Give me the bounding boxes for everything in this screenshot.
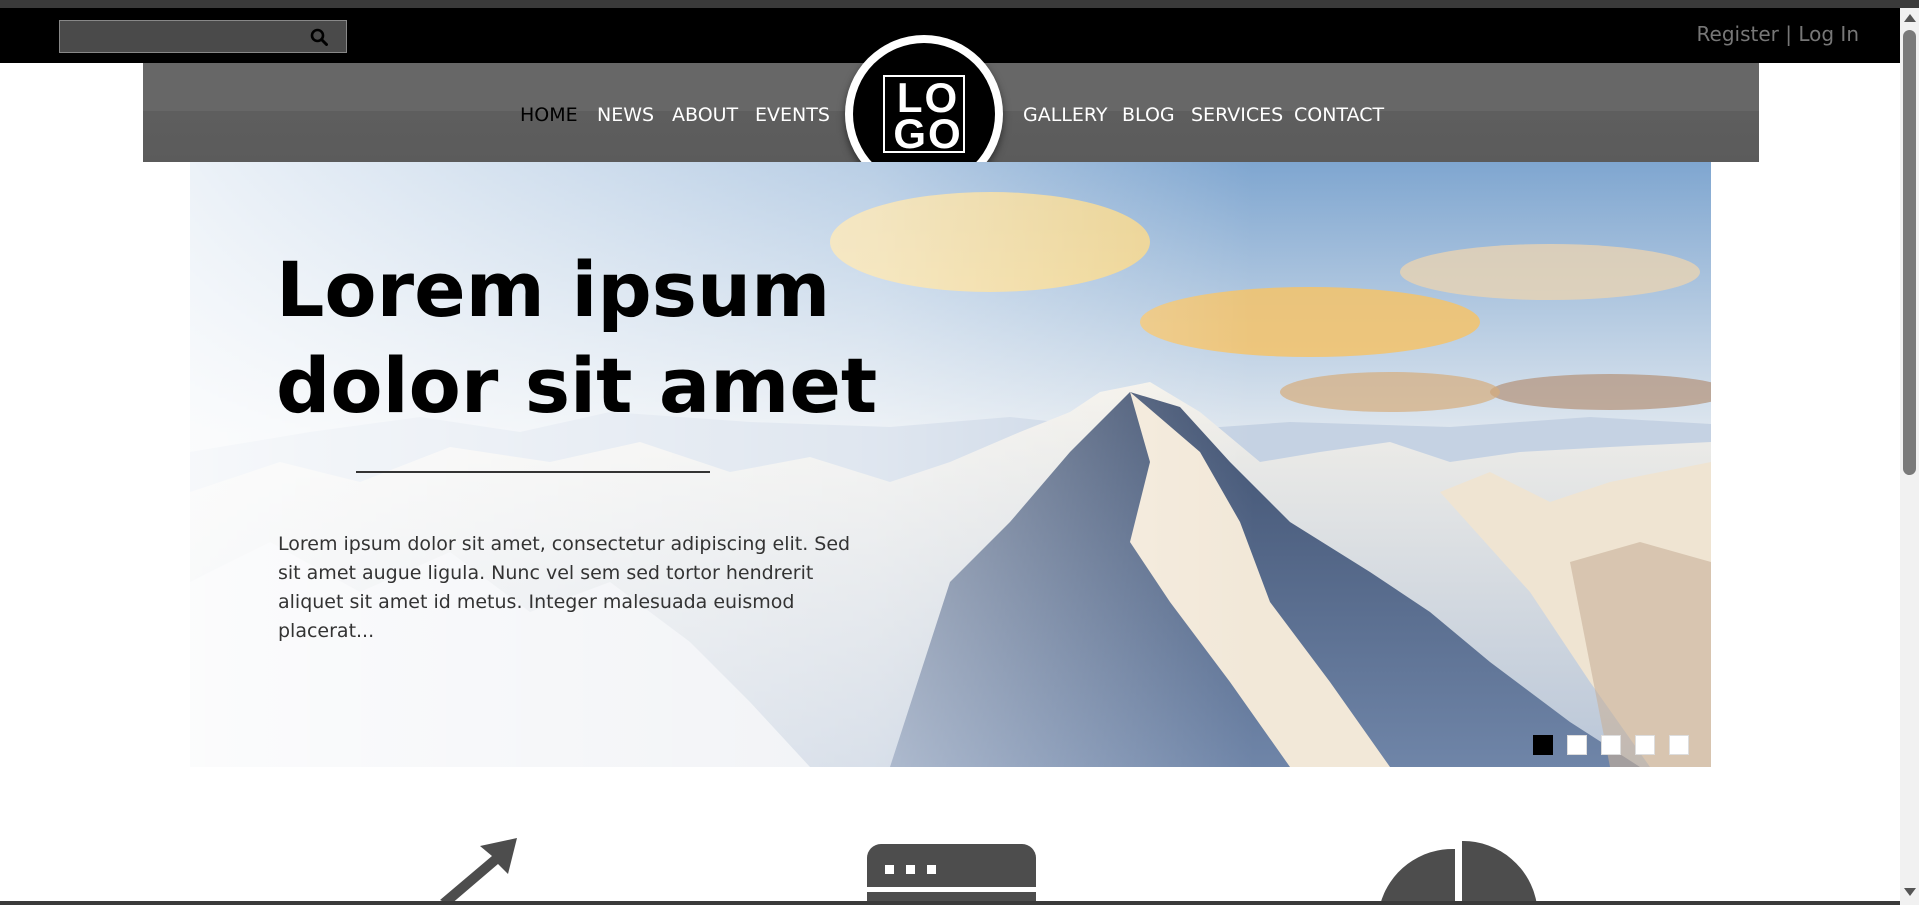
- slider-dot[interactable]: [1669, 735, 1689, 755]
- scroll-down-arrow-icon[interactable]: [1904, 888, 1916, 896]
- nav-item-contact[interactable]: CONTACT: [1294, 104, 1384, 126]
- hero-slider: Lorem ipsum dolor sit amet Lorem ipsum d…: [190, 162, 1711, 767]
- growth-arrow-icon: [440, 838, 517, 905]
- nav-item-services[interactable]: SERVICES: [1191, 104, 1283, 126]
- logo-bottom-line: [885, 151, 963, 153]
- nav-item-gallery[interactable]: GALLERY: [1023, 104, 1108, 126]
- register-link[interactable]: Register: [1697, 22, 1779, 46]
- hero-title-line2: dolor sit amet: [276, 341, 878, 430]
- slider-dot[interactable]: [1601, 735, 1621, 755]
- logo-frame: LO GO: [883, 75, 965, 157]
- browser-window-icon: [867, 844, 1036, 905]
- hero-title: Lorem ipsum dolor sit amet: [276, 242, 896, 434]
- auth-separator: |: [1785, 22, 1792, 46]
- auth-links: Register | Log In: [1697, 22, 1859, 46]
- search-icon[interactable]: [310, 28, 328, 46]
- window-bottom-edge: [0, 901, 1900, 905]
- hero-divider: [356, 471, 710, 473]
- vertical-scrollbar[interactable]: [1900, 8, 1919, 905]
- nav-item-blog[interactable]: BLOG: [1122, 104, 1175, 126]
- slider-dot[interactable]: [1533, 735, 1553, 755]
- pie-chart-icon: [1380, 841, 1537, 905]
- search-input[interactable]: [60, 21, 300, 52]
- scrollbar-thumb[interactable]: [1903, 30, 1916, 475]
- slider-dot[interactable]: [1635, 735, 1655, 755]
- hero-description: Lorem ipsum dolor sit amet, consectetur …: [278, 533, 851, 642]
- nav-item-events[interactable]: EVENTS: [755, 104, 830, 126]
- nav-item-news[interactable]: NEWS: [597, 104, 654, 126]
- nav-item-home[interactable]: HOME: [520, 104, 578, 126]
- slider-dot[interactable]: [1567, 735, 1587, 755]
- slider-pagination: [1533, 735, 1689, 755]
- window-top-edge: [0, 0, 1919, 8]
- login-link[interactable]: Log In: [1798, 22, 1859, 46]
- search-box: [59, 20, 347, 53]
- scroll-up-arrow-icon[interactable]: [1904, 14, 1916, 22]
- nav-item-about[interactable]: ABOUT: [672, 104, 738, 126]
- hero-title-line1: Lorem ipsum: [276, 245, 831, 334]
- logo-text-line2: GO: [893, 110, 963, 157]
